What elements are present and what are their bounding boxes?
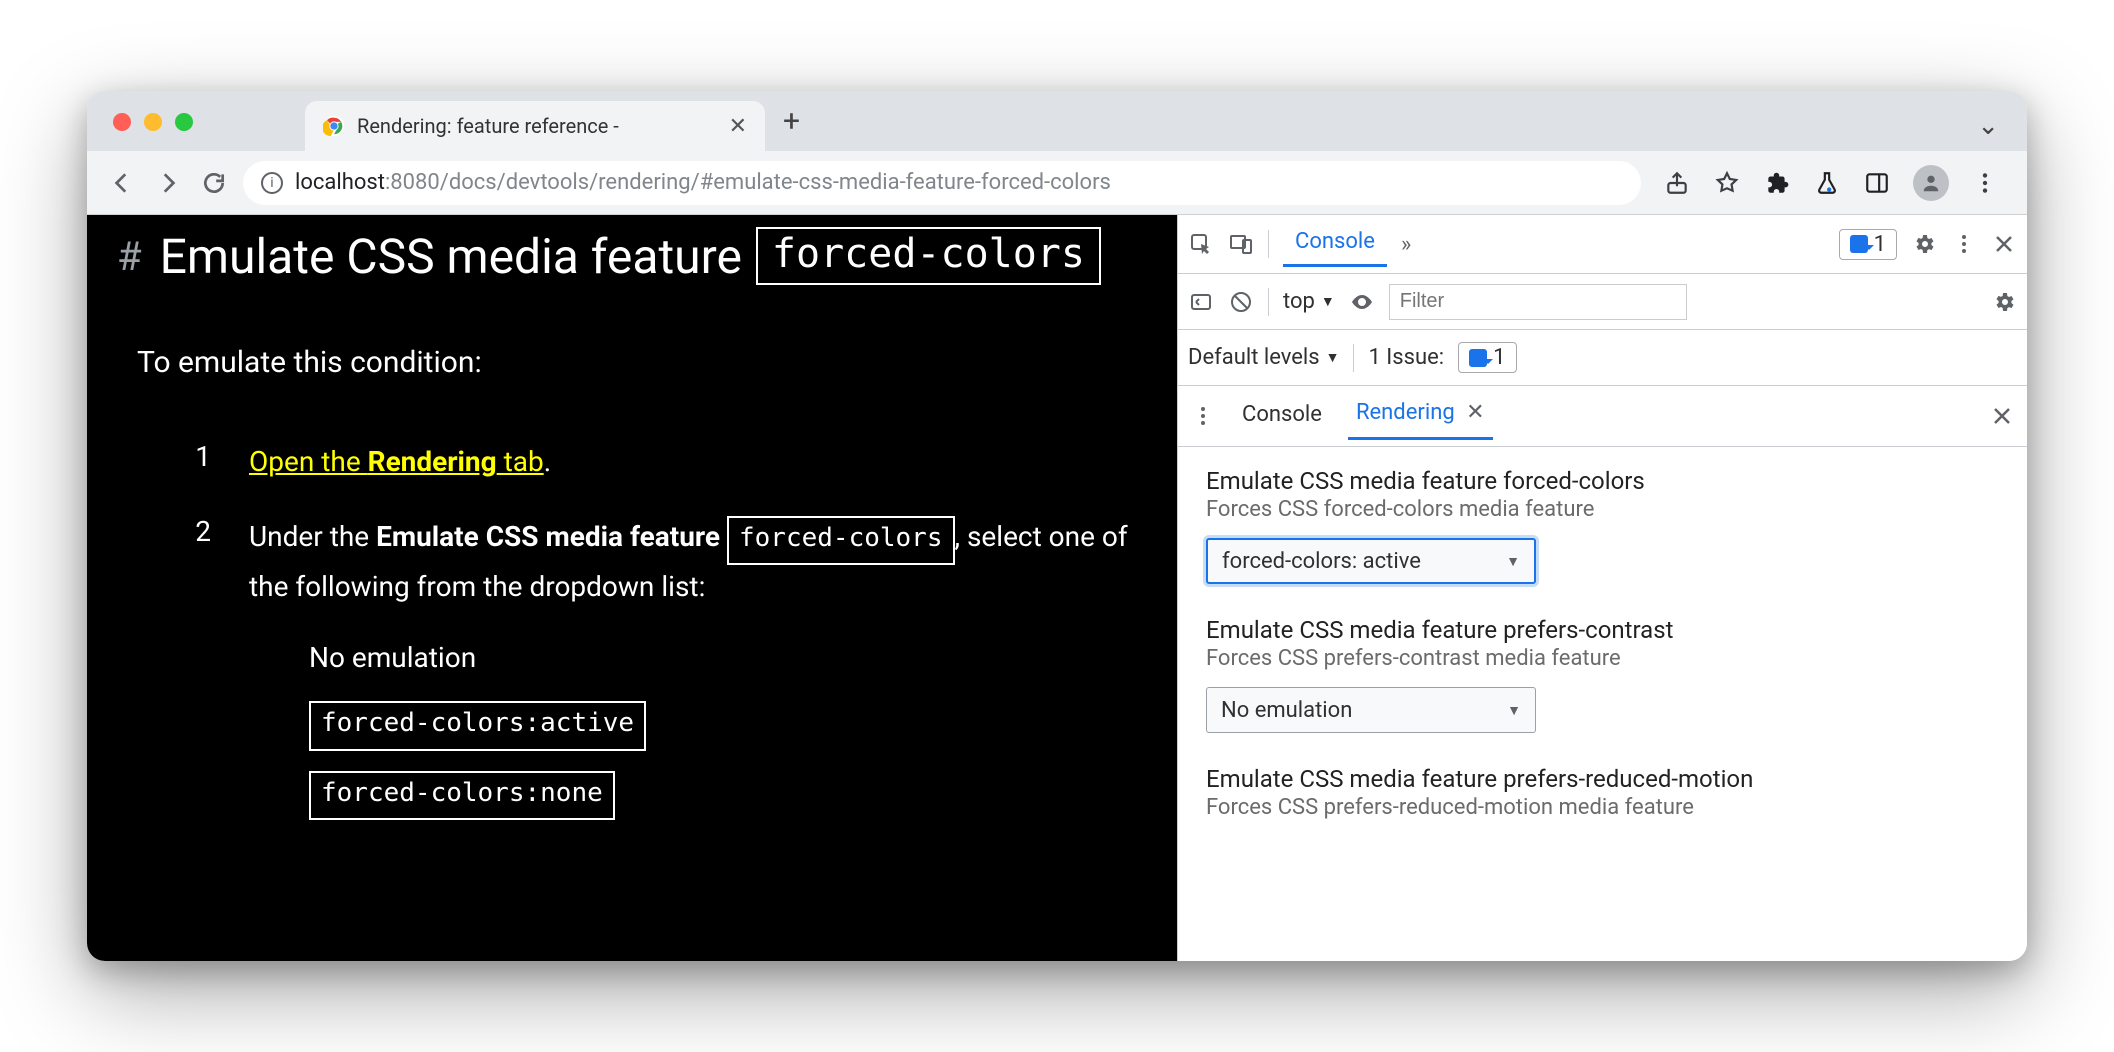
- side-panel-icon[interactable]: [1863, 169, 1891, 197]
- window-minimize-button[interactable]: [144, 113, 162, 131]
- step-body: Open the Rendering tab.: [249, 440, 1147, 485]
- chevron-down-icon: ▼: [1506, 553, 1520, 570]
- anchor-hash-icon[interactable]: #: [117, 233, 142, 280]
- page-viewport: # Emulate CSS media feature forced-color…: [87, 215, 1177, 961]
- url-text: localhost:8080/docs/devtools/rendering/#…: [295, 170, 1111, 195]
- settings-gear-icon[interactable]: [1911, 231, 1937, 257]
- select-value: No emulation: [1221, 698, 1352, 723]
- open-rendering-link[interactable]: Open the Rendering tab: [249, 445, 544, 478]
- console-settings-gear-icon[interactable]: [1991, 289, 2017, 315]
- option-no-emulation: No emulation: [309, 636, 476, 681]
- drawer-menu-kebab-icon[interactable]: [1190, 403, 1216, 429]
- devtools-panel: Console » 1 top ▼ Default levels ▼: [1177, 215, 2027, 961]
- tab-strip: Rendering: feature reference - ✕ + ⌄: [87, 91, 2027, 151]
- rendering-panel-body: Emulate CSS media feature forced-colors …: [1178, 447, 2027, 862]
- more-tabs-chevron-icon[interactable]: »: [1401, 232, 1411, 257]
- device-toolbar-icon[interactable]: [1228, 231, 1254, 257]
- toolbar-actions: [1653, 165, 2009, 201]
- site-info-icon[interactable]: i: [261, 172, 283, 194]
- select-value: forced-colors: active: [1222, 549, 1421, 574]
- browser-tab[interactable]: Rendering: feature reference - ✕: [305, 101, 765, 151]
- window-controls: [113, 113, 193, 131]
- section-title: Emulate CSS media feature prefers-reduce…: [1206, 765, 1999, 793]
- devtools-close-icon[interactable]: [1991, 231, 2017, 257]
- tab-title: Rendering: feature reference -: [357, 114, 717, 138]
- context-selector[interactable]: top ▼: [1283, 289, 1335, 314]
- extensions-puzzle-icon[interactable]: [1763, 169, 1791, 197]
- step-body: Under the Emulate CSS media feature forc…: [249, 515, 1147, 820]
- labs-flask-icon[interactable]: [1813, 169, 1841, 197]
- rendering-section-forced-colors: Emulate CSS media feature forced-colors …: [1206, 467, 1999, 584]
- devtools-menu-kebab-icon[interactable]: [1951, 231, 1977, 257]
- share-icon[interactable]: [1663, 169, 1691, 197]
- devtools-tab-console[interactable]: Console: [1283, 221, 1387, 267]
- console-toolbar: top ▼: [1178, 274, 2027, 330]
- window-close-button[interactable]: [113, 113, 131, 131]
- section-subtitle: Forces CSS prefers-contrast media featur…: [1206, 646, 1999, 671]
- separator: [1353, 344, 1354, 372]
- live-expression-eye-icon[interactable]: [1349, 289, 1375, 315]
- page-heading: # Emulate CSS media feature forced-color…: [117, 227, 1147, 285]
- drawer-tab-console[interactable]: Console: [1234, 394, 1330, 439]
- bookmark-star-icon[interactable]: [1713, 169, 1741, 197]
- options-sublist: No emulation forced-colors:active forced…: [309, 636, 1147, 820]
- console-filter-input[interactable]: [1389, 284, 1687, 320]
- option-forced-colors-active: forced-colors:active: [309, 701, 646, 751]
- new-tab-button[interactable]: +: [783, 104, 800, 139]
- profile-avatar[interactable]: [1913, 165, 1949, 201]
- tab-list-caret-icon[interactable]: ⌄: [1977, 111, 1999, 141]
- steps-list: 1 Open the Rendering tab. 2 Under the Em…: [187, 440, 1147, 820]
- console-levels-row: Default levels ▼ 1 Issue: 1: [1178, 330, 2027, 386]
- issue-icon: [1850, 235, 1868, 253]
- window-zoom-button[interactable]: [175, 113, 193, 131]
- chevron-down-icon: ▼: [1507, 702, 1521, 719]
- clear-console-icon[interactable]: [1228, 289, 1254, 315]
- step-number: 2: [187, 515, 211, 548]
- step-number: 1: [187, 440, 211, 473]
- content-area: # Emulate CSS media feature forced-color…: [87, 215, 2027, 961]
- prefers-contrast-select[interactable]: No emulation ▼: [1206, 687, 1536, 733]
- drawer-tab-close-icon[interactable]: ✕: [1466, 400, 1484, 425]
- issue-label: 1 Issue:: [1368, 345, 1444, 370]
- chrome-favicon-icon: [323, 115, 345, 137]
- reload-button[interactable]: [197, 166, 231, 200]
- inline-code: forced-colors: [727, 516, 955, 566]
- browser-toolbar: i localhost:8080/docs/devtools/rendering…: [87, 151, 2027, 215]
- chrome-menu-kebab-icon[interactable]: [1971, 169, 1999, 197]
- rendering-section-prefers-contrast: Emulate CSS media feature prefers-contra…: [1206, 616, 1999, 733]
- devtools-main-toolbar: Console » 1: [1178, 215, 2027, 274]
- heading-text: Emulate CSS media feature: [160, 228, 742, 285]
- issues-badge[interactable]: 1: [1458, 342, 1516, 373]
- drawer-close-icon[interactable]: [1989, 403, 2015, 429]
- browser-window: Rendering: feature reference - ✕ + ⌄ i l…: [87, 91, 2027, 961]
- address-bar[interactable]: i localhost:8080/docs/devtools/rendering…: [243, 161, 1641, 205]
- log-levels-selector[interactable]: Default levels ▼: [1188, 345, 1339, 370]
- section-subtitle: Forces CSS prefers-reduced-motion media …: [1206, 795, 1999, 820]
- section-title: Emulate CSS media feature prefers-contra…: [1206, 616, 1999, 644]
- list-item: 2 Under the Emulate CSS media feature fo…: [187, 515, 1147, 820]
- drawer-tab-rendering[interactable]: Rendering ✕: [1348, 392, 1493, 440]
- intro-text: To emulate this condition:: [137, 345, 1147, 380]
- console-sidebar-toggle-icon[interactable]: [1188, 289, 1214, 315]
- inspect-element-icon[interactable]: [1188, 231, 1214, 257]
- issues-badge[interactable]: 1: [1839, 229, 1897, 260]
- list-item: 1 Open the Rendering tab.: [187, 440, 1147, 485]
- back-button[interactable]: [105, 166, 139, 200]
- drawer-tab-strip: Console Rendering ✕: [1178, 386, 2027, 447]
- forward-button[interactable]: [151, 166, 185, 200]
- tab-close-icon[interactable]: ✕: [729, 114, 747, 139]
- section-title: Emulate CSS media feature forced-colors: [1206, 467, 1999, 495]
- separator: [1268, 230, 1269, 258]
- rendering-section-prefers-reduced-motion: Emulate CSS media feature prefers-reduce…: [1206, 765, 1999, 820]
- separator: [1268, 288, 1269, 316]
- forced-colors-select[interactable]: forced-colors: active ▼: [1206, 538, 1536, 584]
- section-subtitle: Forces CSS forced-colors media feature: [1206, 497, 1999, 522]
- heading-code: forced-colors: [756, 227, 1101, 285]
- issue-icon: [1469, 349, 1487, 367]
- option-forced-colors-none: forced-colors:none: [309, 771, 615, 821]
